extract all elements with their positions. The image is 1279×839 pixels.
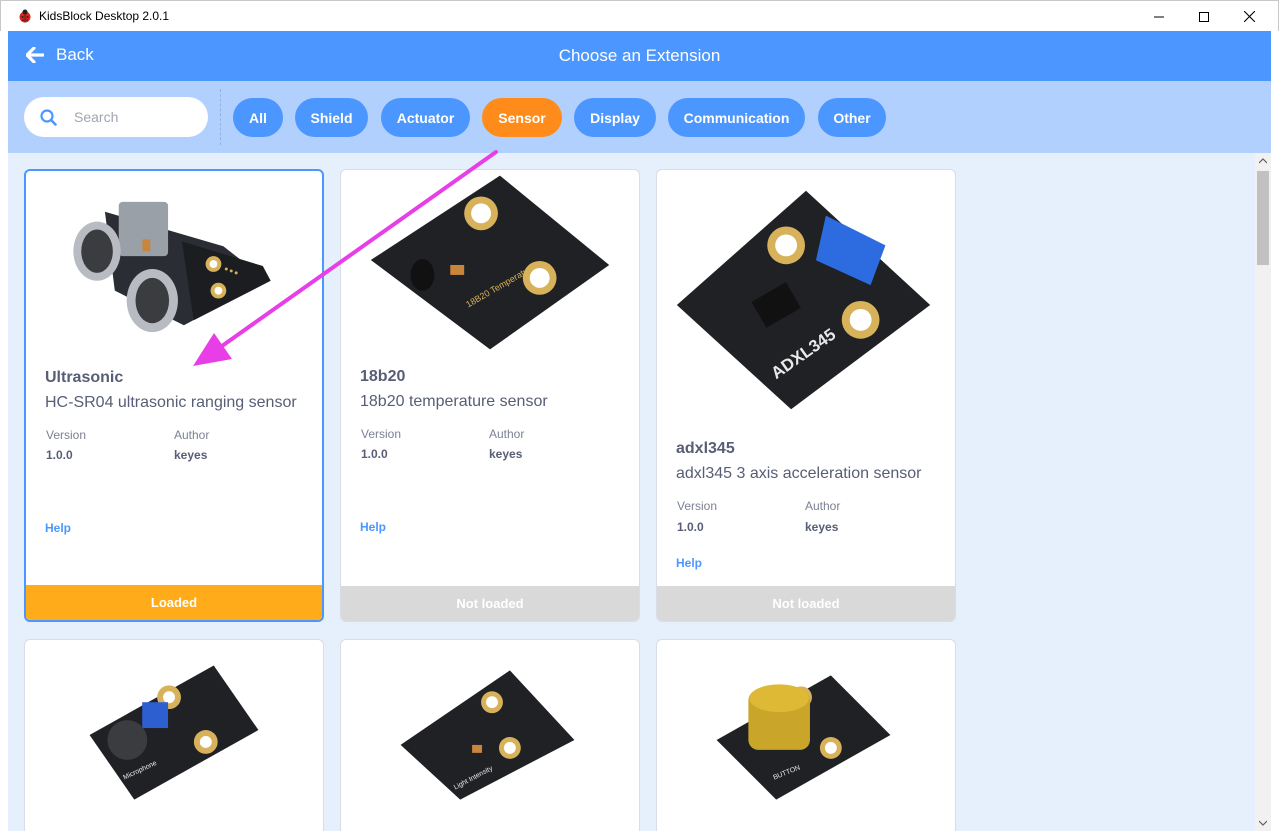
author-value: keyes bbox=[174, 448, 208, 462]
author-label: Author bbox=[174, 428, 210, 442]
scroll-down-arrow[interactable] bbox=[1255, 815, 1271, 831]
extension-card-adxl345[interactable]: ADXL345 adxl345 adxl345 3 axis accelerat… bbox=[656, 169, 956, 622]
close-button[interactable] bbox=[1226, 1, 1272, 32]
button-module-image: BUTTON bbox=[716, 675, 891, 800]
author-value: keyes bbox=[489, 447, 523, 461]
extension-name: 18b20 bbox=[360, 368, 406, 385]
extension-description: adxl345 3 axis acceleration sensor bbox=[676, 465, 922, 482]
author-label: Author bbox=[489, 427, 525, 441]
maximize-icon bbox=[1199, 11, 1209, 22]
search-input[interactable] bbox=[74, 105, 194, 129]
filter-chip-actuator[interactable]: Actuator bbox=[381, 98, 470, 137]
help-link[interactable]: Help bbox=[676, 556, 702, 570]
author-value: keyes bbox=[805, 520, 839, 534]
version-label: Version bbox=[677, 499, 718, 513]
extension-card-ultrasonic[interactable]: Ultrasonic HC-SR04 ultrasonic ranging se… bbox=[24, 169, 324, 622]
filter-chip-all[interactable]: All bbox=[233, 98, 283, 137]
filter-chip-display[interactable]: Display bbox=[574, 98, 656, 137]
window-title-bar: KidsBlock Desktop 2.0.1 bbox=[0, 0, 1279, 31]
filter-chip-communication[interactable]: Communication bbox=[668, 98, 805, 137]
version-label: Version bbox=[361, 427, 402, 441]
search-box[interactable] bbox=[24, 97, 208, 137]
status-badge: Not loaded bbox=[341, 586, 639, 621]
minimize-button[interactable] bbox=[1136, 1, 1182, 32]
filter-chip-shield[interactable]: Shield bbox=[295, 98, 368, 137]
extension-card-button[interactable]: BUTTON bbox=[656, 639, 956, 831]
extension-library-header: Back Choose an Extension bbox=[8, 31, 1271, 81]
extension-description: 18b20 temperature sensor bbox=[360, 393, 548, 410]
vertical-scrollbar[interactable] bbox=[1255, 153, 1271, 831]
extension-card-18b20[interactable]: 18B20 Temperature 18b20 18b20 temperatur… bbox=[340, 169, 640, 622]
extension-description: HC-SR04 ultrasonic ranging sensor bbox=[45, 394, 297, 411]
version-value: 1.0.0 bbox=[677, 520, 704, 534]
status-badge: Not loaded bbox=[657, 586, 955, 621]
help-link[interactable]: Help bbox=[45, 521, 71, 535]
scroll-up-arrow[interactable] bbox=[1255, 153, 1271, 169]
extension-name: adxl345 bbox=[676, 440, 735, 457]
chevron-down-icon bbox=[1259, 820, 1267, 826]
author-label: Author bbox=[805, 499, 841, 513]
search-icon bbox=[40, 109, 57, 126]
scrollbar-thumb[interactable] bbox=[1257, 171, 1269, 265]
temperature-sensor-image: 18B20 Temperature bbox=[370, 175, 610, 350]
status-badge: Loaded bbox=[26, 585, 322, 620]
help-link[interactable]: Help bbox=[360, 520, 386, 534]
minimize-icon bbox=[1154, 16, 1164, 17]
ladybug-app-icon bbox=[19, 9, 31, 23]
close-icon bbox=[1243, 11, 1255, 22]
window-title: KidsBlock Desktop 2.0.1 bbox=[39, 9, 170, 23]
accelerometer-image: ADXL345 bbox=[676, 190, 931, 410]
filter-bar: All Shield Actuator Sensor Display Commu… bbox=[8, 81, 1271, 153]
filter-chip-other[interactable]: Other bbox=[818, 98, 886, 137]
filter-divider bbox=[220, 89, 221, 145]
ultrasonic-sensor-image bbox=[73, 201, 271, 333]
version-value: 1.0.0 bbox=[46, 448, 73, 462]
extension-grid: Ultrasonic HC-SR04 ultrasonic ranging se… bbox=[8, 153, 1255, 831]
page-title: Choose an Extension bbox=[558, 46, 721, 65]
microphone-sensor-image: Microphone bbox=[89, 665, 259, 800]
light-sensor-image: Light Intensity bbox=[400, 670, 575, 800]
version-value: 1.0.0 bbox=[361, 447, 388, 461]
extension-card-microphone[interactable]: Microphone bbox=[24, 639, 324, 831]
extension-name: Ultrasonic bbox=[45, 369, 124, 386]
version-label: Version bbox=[46, 428, 87, 442]
chevron-up-icon bbox=[1259, 158, 1267, 164]
extension-card-light-intensity[interactable]: Light Intensity bbox=[340, 639, 640, 831]
filter-chip-sensor[interactable]: Sensor bbox=[482, 98, 562, 137]
maximize-button[interactable] bbox=[1181, 1, 1227, 32]
